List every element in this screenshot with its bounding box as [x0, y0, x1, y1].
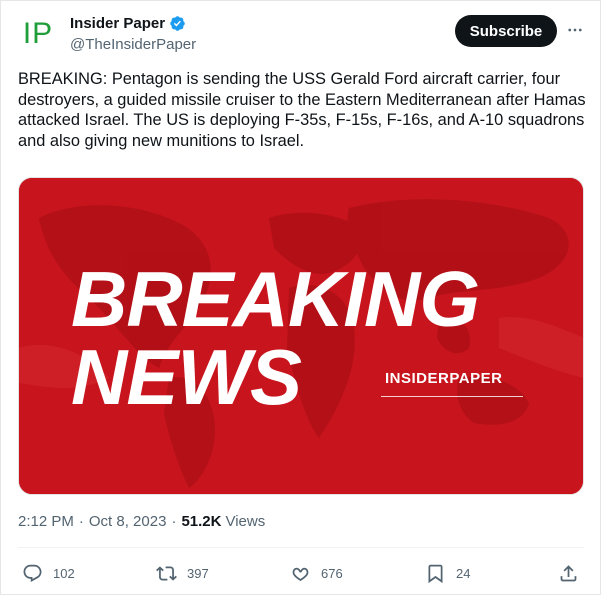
meta-separator: · [78, 513, 84, 530]
media-brand-label: INSIDERPAPER [385, 370, 503, 387]
reply-count: 102 [53, 565, 75, 581]
headline-line-2: NEWS [71, 333, 302, 421]
avatar-logo: IP [22, 17, 54, 50]
tweet-date[interactable]: Oct 8, 2023 [89, 513, 167, 530]
author-handle[interactable]: @TheInsiderPaper [70, 36, 196, 53]
reply-icon [23, 564, 42, 582]
tweet-time[interactable]: 2:12 PM [18, 513, 74, 530]
tweet-meta: 2:12 PM · Oct 8, 2023 · 51.2K Views [18, 513, 265, 530]
verified-badge-icon [170, 16, 185, 31]
repost-icon [156, 565, 177, 581]
subscribe-button[interactable]: Subscribe [455, 15, 557, 47]
tweet-card: IP Insider Paper @TheInsiderPaper Subscr… [0, 0, 601, 595]
share-button[interactable] [558, 561, 579, 585]
repost-count: 397 [187, 565, 209, 581]
reply-button[interactable]: 102 [22, 561, 75, 585]
more-icon [568, 28, 582, 32]
tweet-text: BREAKING: Pentagon is sending the USS Ge… [18, 70, 586, 150]
repost-button[interactable]: 397 [156, 561, 209, 585]
tweet-media-image[interactable]: BREAKING NEWS INSIDERPAPER [18, 177, 584, 495]
bookmark-count: 24 [456, 565, 471, 581]
headline-line-1: BREAKING [71, 255, 480, 343]
heart-icon [292, 567, 309, 581]
brand-underline [381, 396, 523, 397]
bookmark-button[interactable]: 24 [425, 561, 470, 585]
author-name-row[interactable]: Insider Paper [70, 15, 186, 32]
display-name[interactable]: Insider Paper [70, 15, 165, 32]
like-count: 676 [321, 565, 343, 581]
more-options-button[interactable] [562, 19, 588, 41]
divider [18, 547, 584, 548]
like-button[interactable]: 676 [290, 561, 343, 585]
views-count[interactable]: 51.2K [181, 513, 221, 530]
avatar[interactable]: IP [18, 14, 58, 54]
share-icon [560, 564, 577, 581]
views-label: Views [225, 513, 266, 530]
meta-separator-2: · [171, 513, 177, 530]
bookmark-icon [428, 564, 443, 583]
